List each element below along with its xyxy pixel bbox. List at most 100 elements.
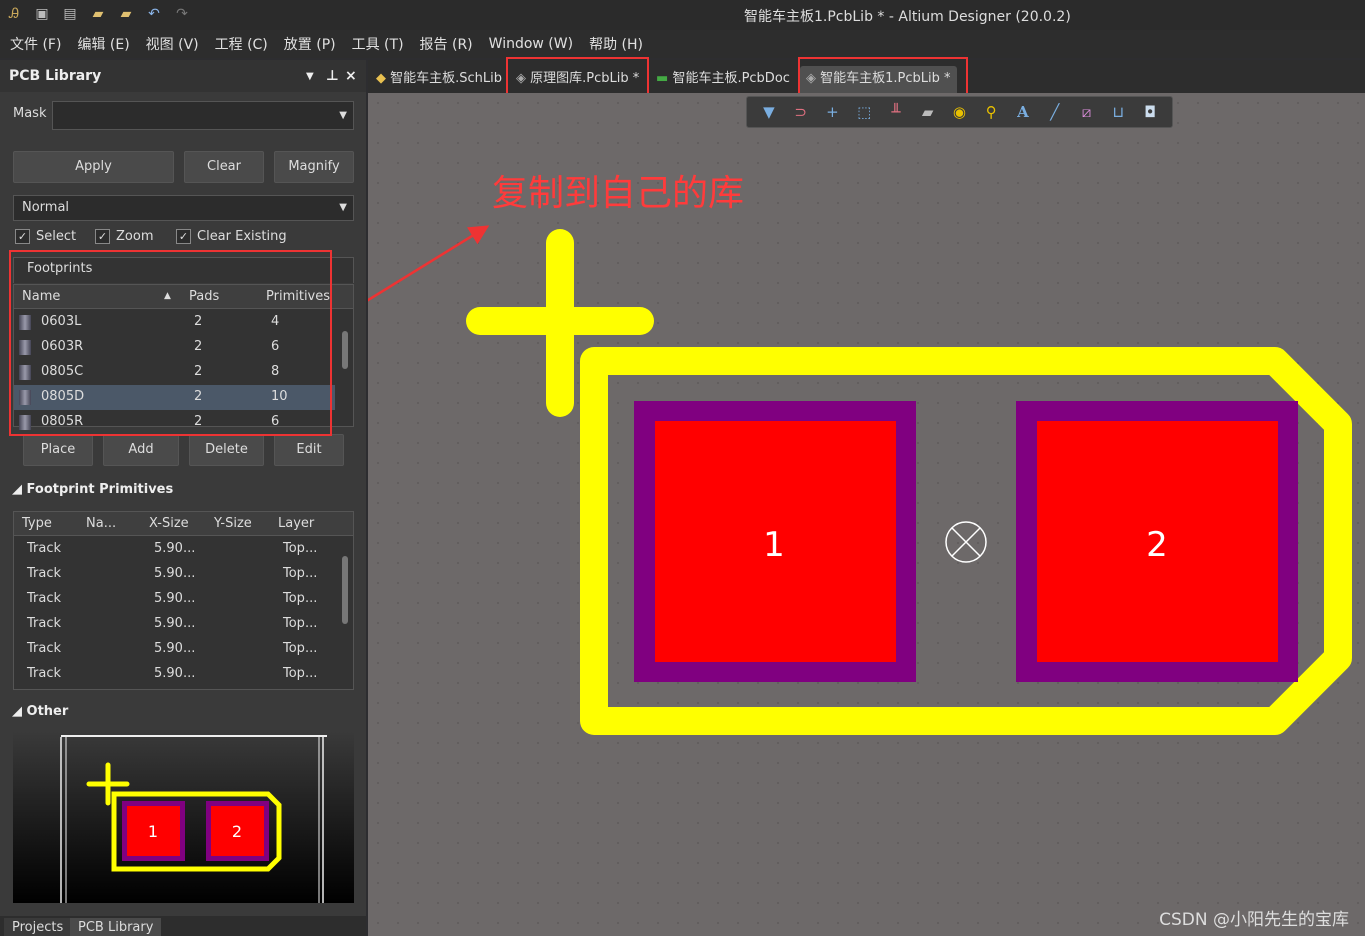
clear-button[interactable]: Clear <box>184 151 264 183</box>
primitive-x-size: 5.90... <box>154 616 196 631</box>
save-all-icon[interactable]: ▤ <box>62 6 78 22</box>
select-rect-icon[interactable]: ⬚ <box>854 103 874 121</box>
line-icon[interactable]: ╱ <box>1045 103 1065 121</box>
footprints-highlight-box <box>9 250 332 436</box>
primitive-layer: Top... <box>283 566 318 581</box>
pcbdoc-icon: ▬ <box>656 71 669 86</box>
menu-reports[interactable]: 报告 (R) <box>420 34 473 54</box>
tab-projects[interactable]: Projects <box>4 918 72 936</box>
primitive-row[interactable]: Track 5.90... Top... <box>14 637 335 662</box>
primitive-x-size: 5.90... <box>154 541 196 556</box>
window-title: 智能车主板1.PcbLib * - Altium Designer (20.0.… <box>744 9 1071 25</box>
menu-view[interactable]: 视图 (V) <box>146 34 199 54</box>
select-checkbox[interactable]: ✓ Select <box>15 229 76 244</box>
panel-header: PCB Library ▼ ⊥ × <box>0 60 366 92</box>
col-y-size[interactable]: Y-Size <box>214 516 252 531</box>
open-project-icon[interactable]: ▰ <box>118 6 134 22</box>
primitives-scrollbar[interactable] <box>339 538 351 688</box>
place-button[interactable]: Place <box>23 434 93 466</box>
schlib-icon: ◆ <box>376 71 386 86</box>
col-x-size[interactable]: X-Size <box>149 516 189 531</box>
check-icon: ✓ <box>15 229 30 244</box>
pcb-library-panel: PCB Library ▼ ⊥ × Mask ▼ Apply Clear Mag… <box>0 60 366 936</box>
title-bar: Ꭿ ▣ ▤ ▰ ▰ ↶ ↷ 智能车主板1.PcbLib * - Altium D… <box>0 0 1365 30</box>
target-tab-highlight <box>798 57 968 97</box>
interactive-route-icon[interactable]: ⊃ <box>791 103 811 121</box>
pin-icon[interactable]: ⊥ <box>326 68 339 84</box>
col-type[interactable]: Type <box>22 516 52 531</box>
redo-icon[interactable]: ↷ <box>174 6 190 22</box>
menu-project[interactable]: 工程 (C) <box>215 34 268 54</box>
edit-button[interactable]: Edit <box>274 434 344 466</box>
primitive-type: Track <box>27 641 62 656</box>
primitive-row[interactable]: Track 5.90... Top... <box>14 537 335 562</box>
apply-button[interactable]: Apply <box>13 151 174 183</box>
primitive-row[interactable]: Track 5.90... Top... <box>14 612 335 637</box>
col-layer[interactable]: Layer <box>278 516 314 531</box>
menu-edit[interactable]: 编辑 (E) <box>77 34 129 54</box>
menu-file[interactable]: 文件 (F) <box>10 34 61 54</box>
primitive-type: Track <box>27 591 62 606</box>
document-tabs: ◆ 智能车主板.SchLib ◈ 原理图库.PcbLib * ▬ 智能车主板.P… <box>368 57 1365 97</box>
chevron-down-icon: ▼ <box>339 202 347 213</box>
via-icon[interactable]: ⚲ <box>981 103 1001 121</box>
save-icon[interactable]: ▣ <box>34 6 50 22</box>
altium-logo-icon: Ꭿ <box>8 6 20 22</box>
undo-icon[interactable]: ↶ <box>146 6 162 22</box>
magnify-button[interactable]: Magnify <box>274 151 354 183</box>
annotation-text: 复制到自己的库 <box>492 173 744 214</box>
align-icon[interactable]: ╨ <box>886 103 906 121</box>
primitive-row[interactable]: Track 5.90... Top... <box>14 662 335 687</box>
open-folder-icon[interactable]: ▰ <box>90 6 106 22</box>
primitive-layer: Top... <box>283 641 318 656</box>
primitive-type: Track <box>27 566 62 581</box>
pcb-canvas[interactable]: 1 2 复制到自己的库 CSDN @小阳先生的宝库 <box>368 93 1365 936</box>
pad-2-label: 2 <box>1146 525 1168 565</box>
primitive-x-size: 5.90... <box>154 591 196 606</box>
primitive-layer: Top... <box>283 616 318 631</box>
zoom-checkbox[interactable]: ✓ Zoom <box>95 229 153 244</box>
primitive-row[interactable]: Track 5.90... Top... <box>14 562 335 587</box>
menu-window[interactable]: Window (W) <box>489 36 573 52</box>
preview-pad-2: 2 <box>232 822 242 841</box>
filter-icon[interactable]: ▼ <box>759 103 779 121</box>
primitive-x-size: 5.90... <box>154 666 196 681</box>
pad-icon[interactable]: ◉ <box>949 103 969 121</box>
pad-1-label: 1 <box>763 525 785 565</box>
component-icon[interactable]: ▰ <box>918 103 938 121</box>
tab-pcbdoc[interactable]: ▬ 智能车主板.PcbDoc <box>650 66 796 93</box>
check-icon: ✓ <box>176 229 191 244</box>
footprint-primitives-section[interactable]: ◢ Footprint Primitives <box>12 482 173 497</box>
text-icon[interactable]: A <box>1013 103 1033 121</box>
primitive-type: Track <box>27 666 62 681</box>
mode-select[interactable]: Normal ▼ <box>13 195 354 221</box>
delete-button[interactable]: Delete <box>189 434 264 466</box>
menu-place[interactable]: 放置 (P) <box>284 34 336 54</box>
clear-existing-checkbox[interactable]: ✓ Clear Existing <box>176 229 287 244</box>
source-tab-highlight <box>506 57 649 97</box>
designator-icon[interactable]: ⊔ <box>1108 103 1128 121</box>
panel-menu-icon[interactable]: ▼ <box>306 71 314 82</box>
dimension-icon[interactable]: ⧄ <box>1077 103 1097 121</box>
cross-icon[interactable]: + <box>822 103 842 121</box>
col-name[interactable]: Na... <box>86 516 116 531</box>
footprint-preview: 1 2 <box>13 731 354 903</box>
close-panel-icon[interactable]: × <box>345 68 357 84</box>
footprints-scrollbar[interactable] <box>339 311 351 423</box>
menu-help[interactable]: 帮助 (H) <box>589 34 643 54</box>
mask-label: Mask <box>13 106 47 121</box>
tab-schlib[interactable]: ◆ 智能车主板.SchLib <box>370 66 508 93</box>
primitive-row[interactable]: Track 5.90... Top... <box>14 587 335 612</box>
primitive-layer: Top... <box>283 591 318 606</box>
menu-tools[interactable]: 工具 (T) <box>352 34 404 54</box>
primitive-type: Track <box>27 541 62 556</box>
tab-pcb-library[interactable]: PCB Library <box>70 918 162 936</box>
mask-input[interactable]: ▼ <box>52 101 354 130</box>
add-button[interactable]: Add <box>103 434 179 466</box>
other-section[interactable]: ◢ Other <box>12 704 68 719</box>
primitive-type: Track <box>27 616 62 631</box>
region-icon[interactable]: ◘ <box>1140 103 1160 121</box>
primitive-layer: Top... <box>283 541 318 556</box>
check-icon: ✓ <box>95 229 110 244</box>
preview-pad-1: 1 <box>148 822 158 841</box>
